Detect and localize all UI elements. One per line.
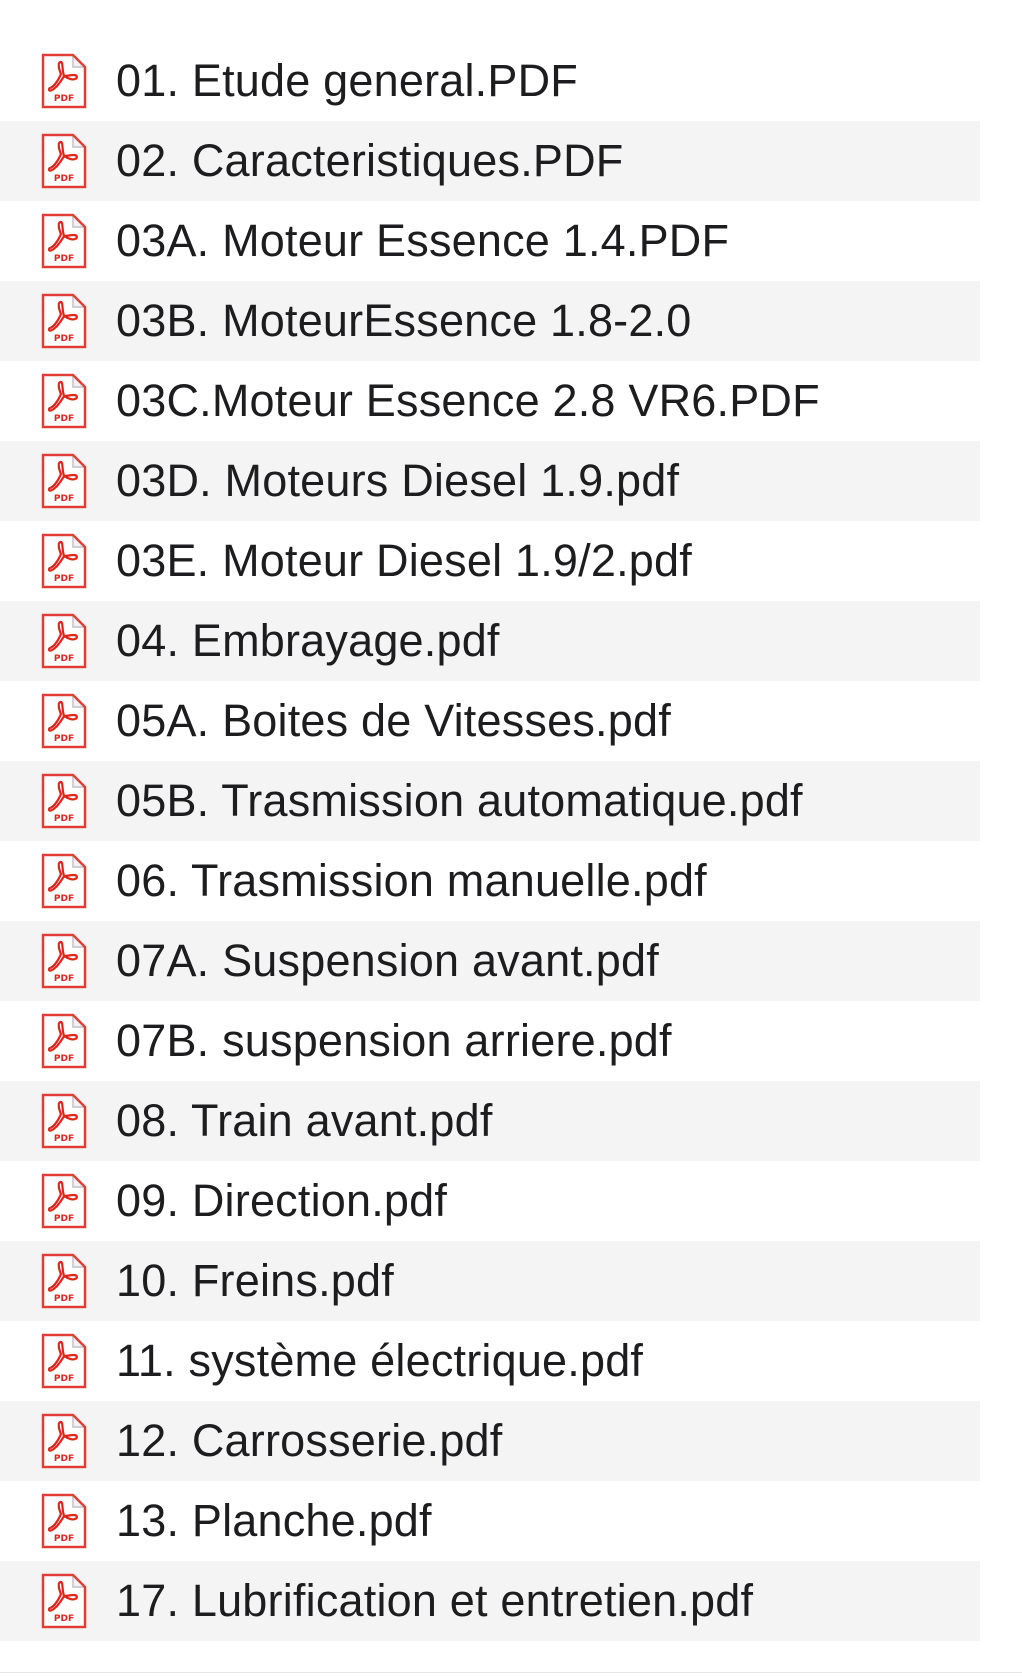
file-row[interactable]: PDF 11. système électrique.pdf [0,1321,980,1401]
pdf-file-icon: PDF [36,601,92,681]
file-name: 08. Train avant.pdf [116,1095,493,1146]
list-bottom-divider [0,1672,1022,1673]
pdf-badge-label: PDF [54,494,74,504]
pdf-file-icon: PDF [36,1081,92,1161]
file-row[interactable]: PDF 03C.Moteur Essence 2.8 VR6.PDF [0,361,980,441]
file-row[interactable]: PDF 12. Carrosserie.pdf [0,1401,980,1481]
pdf-file-icon: PDF [36,441,92,521]
file-name: 13. Planche.pdf [116,1495,432,1546]
pdf-badge-label: PDF [54,1454,74,1464]
file-name: 01. Etude general.PDF [116,55,578,106]
pdf-badge-label: PDF [54,1374,74,1384]
file-row[interactable]: PDF 03B. MoteurEssence 1.8-2.0 [0,281,980,361]
file-name: 06. Trasmission manuelle.pdf [116,855,707,906]
pdf-badge-label: PDF [54,974,74,984]
pdf-file-icon: PDF [36,521,92,601]
pdf-file-icon: PDF [36,1001,92,1081]
pdf-badge-label: PDF [54,1214,74,1224]
file-row[interactable]: PDF 03E. Moteur Diesel 1.9/2.pdf [0,521,980,601]
pdf-badge-label: PDF [54,1614,74,1624]
pdf-file-icon: PDF [36,41,92,121]
file-row[interactable]: PDF 10. Freins.pdf [0,1241,980,1321]
file-name: 03B. MoteurEssence 1.8-2.0 [116,295,692,346]
file-name: 11. système électrique.pdf [116,1335,644,1386]
pdf-badge-label: PDF [54,334,74,344]
file-name: 03C.Moteur Essence 2.8 VR6.PDF [116,375,820,426]
pdf-badge-label: PDF [54,414,74,424]
pdf-file-icon: PDF [36,1401,92,1481]
file-name: 03E. Moteur Diesel 1.9/2.pdf [116,535,692,586]
file-name: 17. Lubrification et entretien.pdf [116,1575,754,1626]
file-row[interactable]: PDF 01. Etude general.PDF [0,41,980,121]
pdf-file-icon: PDF [36,921,92,1001]
file-row[interactable]: PDF 07A. Suspension avant.pdf [0,921,980,1001]
file-name: 05B. Trasmission automatique.pdf [116,775,803,826]
file-name: 04. Embrayage.pdf [116,615,500,666]
file-row[interactable]: PDF 05B. Trasmission automatique.pdf [0,761,980,841]
file-name: 07B. suspension arriere.pdf [116,1015,672,1066]
pdf-file-icon: PDF [36,1561,92,1641]
file-name: 09. Direction.pdf [116,1175,448,1226]
file-row[interactable]: PDF 17. Lubrification et entretien.pdf [0,1561,980,1641]
pdf-file-icon: PDF [36,281,92,361]
file-name: 03D. Moteurs Diesel 1.9.pdf [116,455,680,506]
pdf-badge-label: PDF [54,1534,74,1544]
pdf-badge-label: PDF [54,814,74,824]
pdf-file-icon: PDF [36,761,92,841]
file-row[interactable]: PDF 03A. Moteur Essence 1.4.PDF [0,201,980,281]
pdf-file-icon: PDF [36,121,92,201]
file-row[interactable]: PDF 07B. suspension arriere.pdf [0,1001,980,1081]
file-name: 05A. Boites de Vitesses.pdf [116,695,671,746]
pdf-file-icon: PDF [36,1321,92,1401]
pdf-badge-label: PDF [54,574,74,584]
pdf-file-icon: PDF [36,1241,92,1321]
file-list: PDF 01. Etude general.PDF PDF 02. Caract… [0,41,980,1641]
file-name: 07A. Suspension avant.pdf [116,935,659,986]
file-row[interactable]: PDF 13. Planche.pdf [0,1481,980,1561]
file-row[interactable]: PDF 06. Trasmission manuelle.pdf [0,841,980,921]
pdf-badge-label: PDF [54,174,74,184]
file-row[interactable]: PDF 05A. Boites de Vitesses.pdf [0,681,980,761]
file-row[interactable]: PDF 02. Caracteristiques.PDF [0,121,980,201]
pdf-file-icon: PDF [36,1161,92,1241]
pdf-file-icon: PDF [36,841,92,921]
pdf-file-icon: PDF [36,361,92,441]
pdf-badge-label: PDF [54,1134,74,1144]
pdf-badge-label: PDF [54,1054,74,1064]
pdf-file-icon: PDF [36,201,92,281]
file-name: 10. Freins.pdf [116,1255,394,1306]
pdf-badge-label: PDF [54,654,74,664]
pdf-file-icon: PDF [36,1481,92,1561]
pdf-badge-label: PDF [54,734,74,744]
file-row[interactable]: PDF 09. Direction.pdf [0,1161,980,1241]
pdf-file-icon: PDF [36,681,92,761]
file-row[interactable]: PDF 03D. Moteurs Diesel 1.9.pdf [0,441,980,521]
file-name: 12. Carrosserie.pdf [116,1415,503,1466]
file-row[interactable]: PDF 08. Train avant.pdf [0,1081,980,1161]
file-row[interactable]: PDF 04. Embrayage.pdf [0,601,980,681]
pdf-badge-label: PDF [54,1294,74,1304]
file-name: 03A. Moteur Essence 1.4.PDF [116,215,730,266]
pdf-badge-label: PDF [54,254,74,264]
pdf-badge-label: PDF [54,894,74,904]
pdf-badge-label: PDF [54,94,74,104]
file-name: 02. Caracteristiques.PDF [116,135,624,186]
